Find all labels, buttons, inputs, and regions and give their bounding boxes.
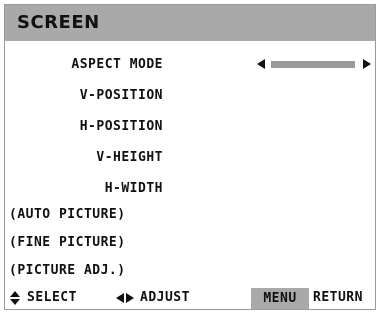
select-label: SELECT: [27, 290, 77, 305]
menu-item-h-position[interactable]: H-POSITION: [5, 119, 163, 134]
footer-help-bar: SELECT ADJUST MENU RETURN: [5, 287, 375, 309]
left-arrow-icon[interactable]: [257, 59, 265, 69]
menu-item-picture-adj[interactable]: (PICTURE ADJ.): [9, 263, 167, 278]
menu-item-aspect-mode[interactable]: ASPECT MODE: [5, 57, 163, 72]
menu-item-fine-picture[interactable]: (FINE PICTURE): [9, 235, 167, 250]
return-label: RETURN: [313, 290, 363, 305]
menu-item-h-width[interactable]: H-WIDTH: [5, 181, 163, 196]
page-title: SCREEN: [17, 12, 100, 33]
screen-menu-panel: SCREEN ASPECT MODE V-POSITION H-POSITION…: [4, 4, 376, 310]
menu-key: MENU: [251, 288, 309, 309]
right-arrow-icon[interactable]: [363, 59, 371, 69]
menu-item-v-height[interactable]: V-HEIGHT: [5, 150, 163, 165]
menu-header: SCREEN: [5, 5, 375, 41]
menu-item-auto-picture[interactable]: (AUTO PICTURE): [9, 207, 167, 222]
left-right-arrows-icon: [116, 293, 138, 305]
menu-item-v-position[interactable]: V-POSITION: [5, 88, 163, 103]
adjust-label: ADJUST: [140, 290, 190, 305]
slider-track[interactable]: [271, 61, 355, 68]
aspect-mode-slider[interactable]: [253, 56, 371, 74]
up-down-arrows-icon: [10, 291, 20, 305]
